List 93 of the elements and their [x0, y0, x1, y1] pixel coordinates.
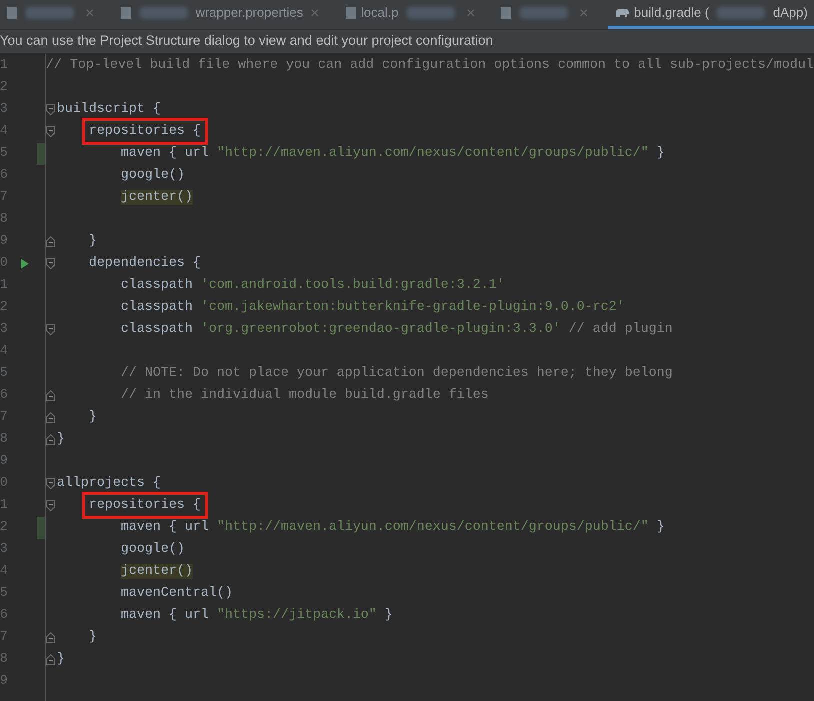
line-number: 6: [0, 387, 9, 405]
line-number: 1: [0, 497, 9, 515]
line-number: 7: [0, 409, 9, 427]
line-number: 3: [0, 101, 9, 119]
line-number: 8: [0, 211, 9, 229]
line-number: 7: [0, 629, 9, 647]
notice-banner: You can use the Project Structure dialog to view and edit your project configuration: [0, 30, 814, 54]
line-number: 8: [0, 651, 9, 669]
line-number: 1: [0, 57, 9, 75]
code-token: }: [88, 630, 97, 645]
code-token: }: [57, 652, 65, 667]
tab-label: wrapper.properties: [196, 4, 304, 22]
line-number: 6: [0, 607, 9, 625]
unfold-icon[interactable]: [46, 236, 56, 248]
code-token: classpath: [120, 300, 194, 315]
editor-tab[interactable]: wrapper.properties: [114, 0, 326, 29]
highlighted-code: repositories {: [85, 121, 205, 142]
code-token: allprojects {: [57, 476, 161, 491]
unfold-icon[interactable]: [46, 412, 56, 424]
line-number: 7: [0, 189, 9, 207]
code-token: }: [88, 410, 97, 425]
blurred-text: [140, 7, 188, 19]
editor-tab[interactable]: local.p: [339, 0, 481, 29]
code-token: google(): [120, 168, 185, 183]
code-token: // Top-level build file where you can add configuration options common to all sub-projects/modul: [46, 58, 814, 73]
line-number: 8: [0, 431, 9, 449]
file-icon: [120, 6, 132, 20]
line-number: 2: [0, 519, 9, 537]
code-token: dependencies {: [88, 256, 201, 271]
code-token: }: [656, 520, 665, 535]
tab-label: dApp): [773, 4, 808, 22]
line-number: 5: [0, 145, 9, 163]
code-token: "http://maven.aliyun.com/nexus/content/groups/public/": [216, 146, 649, 161]
code-token: // NOTE: Do not place your application dependencies here; they belong: [120, 366, 673, 381]
line-number: 2: [0, 79, 9, 97]
line-number: 6: [0, 167, 9, 185]
line-number: 3: [0, 321, 9, 339]
line-number: 1: [0, 277, 9, 295]
fold-icon[interactable]: [46, 478, 56, 490]
code-token: }: [88, 234, 97, 249]
blurred-text: [26, 7, 74, 19]
code-token: maven { url: [120, 146, 210, 161]
line-number: 9: [0, 233, 9, 251]
code-token: jcenter(): [121, 564, 193, 579]
fold-icon[interactable]: [46, 324, 56, 336]
unfold-icon[interactable]: [46, 434, 56, 446]
line-number: 0: [0, 475, 9, 493]
line-number: 2: [0, 299, 9, 317]
code-token: }: [57, 432, 65, 447]
code-token: jcenter(): [121, 190, 193, 205]
file-icon: [6, 6, 18, 20]
code-token: "http://maven.aliyun.com/nexus/content/groups/public/": [216, 520, 649, 535]
code-token: classpath: [120, 278, 194, 293]
line-number: 5: [0, 365, 9, 383]
code-token: 'org.greenrobot:greendao-gradle-plugin:3.3.0': [200, 322, 561, 337]
blurred-text: [520, 7, 568, 19]
code-token: maven { url: [120, 608, 210, 623]
line-number: 9: [0, 673, 9, 691]
tab-label: local.p: [361, 4, 399, 22]
line-number: 9: [0, 453, 9, 471]
code-token: google(): [120, 542, 185, 557]
line-number: 4: [0, 343, 9, 361]
code-token: // in the individual module build.gradle files: [120, 388, 489, 403]
line-number: 5: [0, 585, 9, 603]
unfold-icon[interactable]: [46, 632, 56, 644]
unfold-icon[interactable]: [46, 654, 56, 666]
line-number: 4: [0, 563, 9, 581]
code-token: }: [656, 146, 665, 161]
highlighted-code: repositories {: [85, 495, 205, 516]
code-token: maven { url: [120, 520, 210, 535]
code-token: 'com.android.tools.build:gradle:3.2.1': [200, 278, 505, 293]
fold-icon[interactable]: [46, 126, 56, 138]
code-token: buildscript {: [57, 102, 161, 117]
unfold-icon[interactable]: [46, 390, 56, 402]
code-token: 'com.jakewharton:butterknife-gradle-plugin:9.0.0-rc2': [200, 300, 625, 315]
elephant-icon: [614, 7, 630, 19]
fold-icon[interactable]: [46, 500, 56, 512]
blurred-text: [406, 7, 455, 19]
file-icon: [500, 6, 512, 20]
code-token: classpath: [120, 322, 194, 337]
blurred-text: [717, 7, 766, 19]
run-icon[interactable]: [20, 258, 30, 270]
line-number: 0: [0, 255, 9, 273]
fold-icon[interactable]: [46, 104, 56, 116]
fold-icon[interactable]: [46, 258, 56, 270]
code-token: // add plugin: [568, 322, 673, 337]
code-token: "https://jitpack.io": [216, 608, 377, 623]
line-number: 3: [0, 541, 9, 559]
line-number: 4: [0, 123, 9, 141]
tab-label: build.gradle (: [634, 4, 710, 22]
code-token: }: [384, 608, 393, 623]
code-token: mavenCentral(): [120, 586, 233, 601]
file-icon: [345, 6, 358, 20]
